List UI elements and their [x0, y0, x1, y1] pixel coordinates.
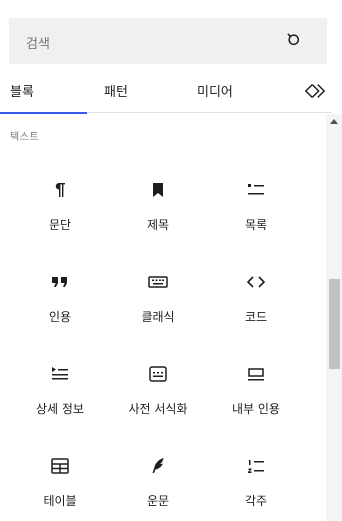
block-label: 코드: [244, 310, 268, 324]
search-icon[interactable]: [285, 31, 305, 51]
inserter-tabs: 블록 패턴 미디어: [0, 70, 332, 114]
tab-patterns[interactable]: 패턴: [104, 70, 128, 113]
block-preformatted[interactable]: 사전 서식화: [111, 362, 205, 454]
footnotes-icon: [244, 454, 268, 478]
list-icon: [244, 178, 268, 202]
block-quote[interactable]: 인용: [13, 270, 107, 362]
block-list[interactable]: 목록: [209, 178, 303, 270]
block-heading[interactable]: 제목: [111, 178, 205, 270]
block-label: 각주: [244, 494, 268, 508]
block-label: 운문: [146, 494, 170, 508]
collapse-icon[interactable]: [304, 80, 326, 102]
block-label: 목록: [244, 218, 268, 232]
block-classic[interactable]: 클래식: [111, 270, 205, 362]
tab-patterns-label: 패턴: [104, 85, 128, 100]
search-input[interactable]: 검색: [26, 33, 50, 52]
scroll-up-arrow-icon[interactable]: [330, 119, 338, 124]
block-label: 내부 인용: [232, 402, 280, 416]
block-label: 인용: [48, 310, 72, 324]
tab-blocks-label: 블록: [10, 85, 34, 100]
pullquote-icon: [244, 362, 268, 386]
tab-blocks[interactable]: 블록: [0, 70, 87, 114]
block-code[interactable]: 코드: [209, 270, 303, 362]
code-icon: [244, 270, 268, 294]
scrollbar[interactable]: [326, 114, 342, 521]
block-label: 클래식: [141, 310, 175, 324]
search-box[interactable]: 검색: [9, 18, 327, 64]
tab-media-label: 미디어: [197, 85, 233, 100]
block-label: 문단: [48, 218, 72, 232]
block-footnotes[interactable]: 각주: [209, 454, 303, 521]
block-label: 테이블: [43, 494, 77, 508]
category-title: 텍스트: [10, 132, 40, 143]
bookmark-icon: [146, 178, 170, 202]
block-paragraph[interactable]: 문단: [13, 178, 107, 270]
block-verse[interactable]: 운문: [111, 454, 205, 521]
keyboard-icon: [146, 270, 170, 294]
verse-icon: [146, 454, 170, 478]
block-label: 제목: [146, 218, 170, 232]
preformatted-icon: [146, 362, 170, 386]
scrollbar-thumb[interactable]: [329, 279, 340, 369]
block-details[interactable]: 상세 정보: [13, 362, 107, 454]
block-label: 사전 서식화: [128, 402, 188, 416]
tab-media[interactable]: 미디어: [197, 70, 233, 113]
details-icon: [48, 362, 72, 386]
block-pullquote[interactable]: 내부 인용: [209, 362, 303, 454]
paragraph-icon: [48, 178, 72, 202]
table-icon: [48, 454, 72, 478]
block-list: 텍스트 문단 제목 목록 인용 클래식 코드 상세 정보 사전 서식화 내부 인…: [0, 114, 342, 521]
block-table[interactable]: 테이블: [13, 454, 107, 521]
quote-icon: [48, 270, 72, 294]
block-label: 상세 정보: [36, 402, 84, 416]
